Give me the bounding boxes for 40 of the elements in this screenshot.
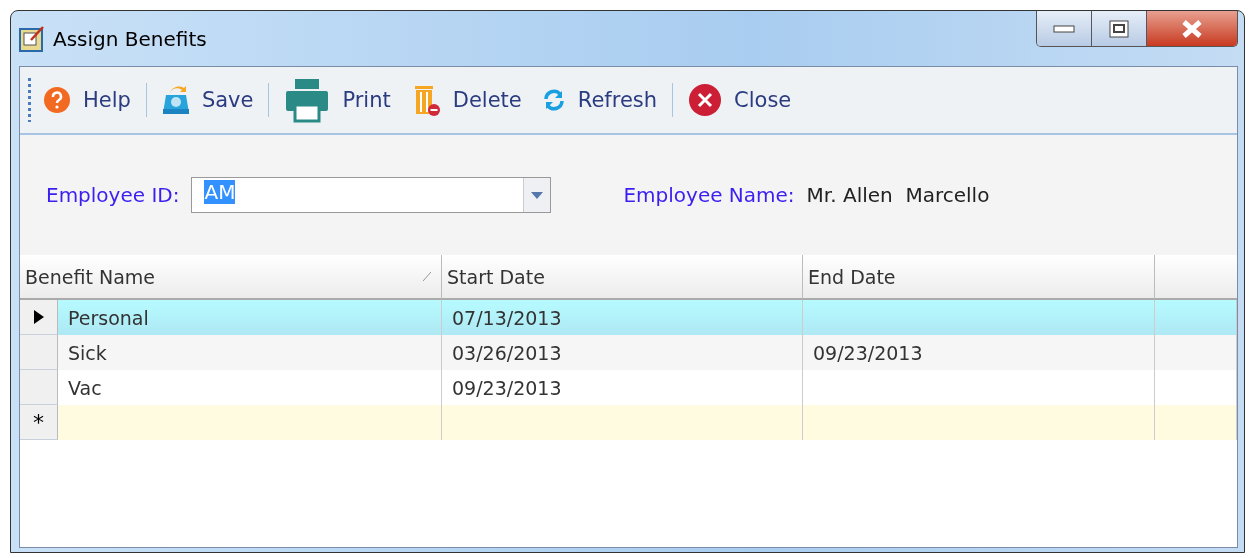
form-icon: [19, 25, 45, 52]
row-header[interactable]: [20, 300, 58, 335]
delete-button[interactable]: Delete: [402, 79, 530, 121]
column-header[interactable]: Start Date: [442, 255, 803, 300]
close-button[interactable]: [1147, 11, 1237, 46]
current-row-icon: [33, 310, 44, 324]
close-icon: [688, 83, 723, 117]
maximize-icon: [1109, 19, 1129, 38]
maximize-button[interactable]: [1092, 11, 1147, 46]
close-icon: [1181, 18, 1203, 39]
column-header[interactable]: Benefit Name: [20, 255, 442, 300]
printer-icon: [284, 77, 331, 123]
help-button[interactable]: Help: [35, 82, 139, 118]
table-cell[interactable]: [442, 405, 803, 440]
table-cell: Personal: [58, 300, 442, 335]
minimize-button[interactable]: [1037, 11, 1092, 46]
window-title: Assign Benefits: [53, 26, 208, 51]
help-icon: [43, 86, 71, 114]
table-cell[interactable]: [58, 405, 442, 440]
table-cell[interactable]: [803, 405, 1155, 440]
table-cell: 03/26/2013: [442, 335, 803, 370]
field-label: Employee ID:: [46, 183, 180, 207]
column-header[interactable]: End Date: [803, 255, 1155, 300]
caret-icon: [531, 191, 544, 199]
refresh-icon: [541, 88, 566, 112]
table-cell: Sick: [58, 335, 442, 370]
print-button[interactable]: Print: [276, 73, 399, 127]
field-label: Employee Name:: [623, 183, 795, 207]
minimize-icon: [1053, 24, 1075, 33]
column-title: Start Date: [447, 265, 545, 288]
table-cell: 09/23/2013: [803, 335, 1155, 370]
close-button[interactable]: Close: [680, 79, 800, 121]
column-title: Benefit Name: [25, 265, 155, 288]
new-row-marker: *: [33, 409, 44, 435]
drive-icon: [161, 85, 190, 115]
table-cell: 07/13/2013: [442, 300, 803, 335]
refresh-button[interactable]: Refresh: [533, 84, 666, 116]
column-title: End Date: [808, 265, 896, 288]
save-button[interactable]: Save: [153, 81, 262, 119]
employee-name-text: Mr. Allen Marcello: [806, 183, 990, 207]
